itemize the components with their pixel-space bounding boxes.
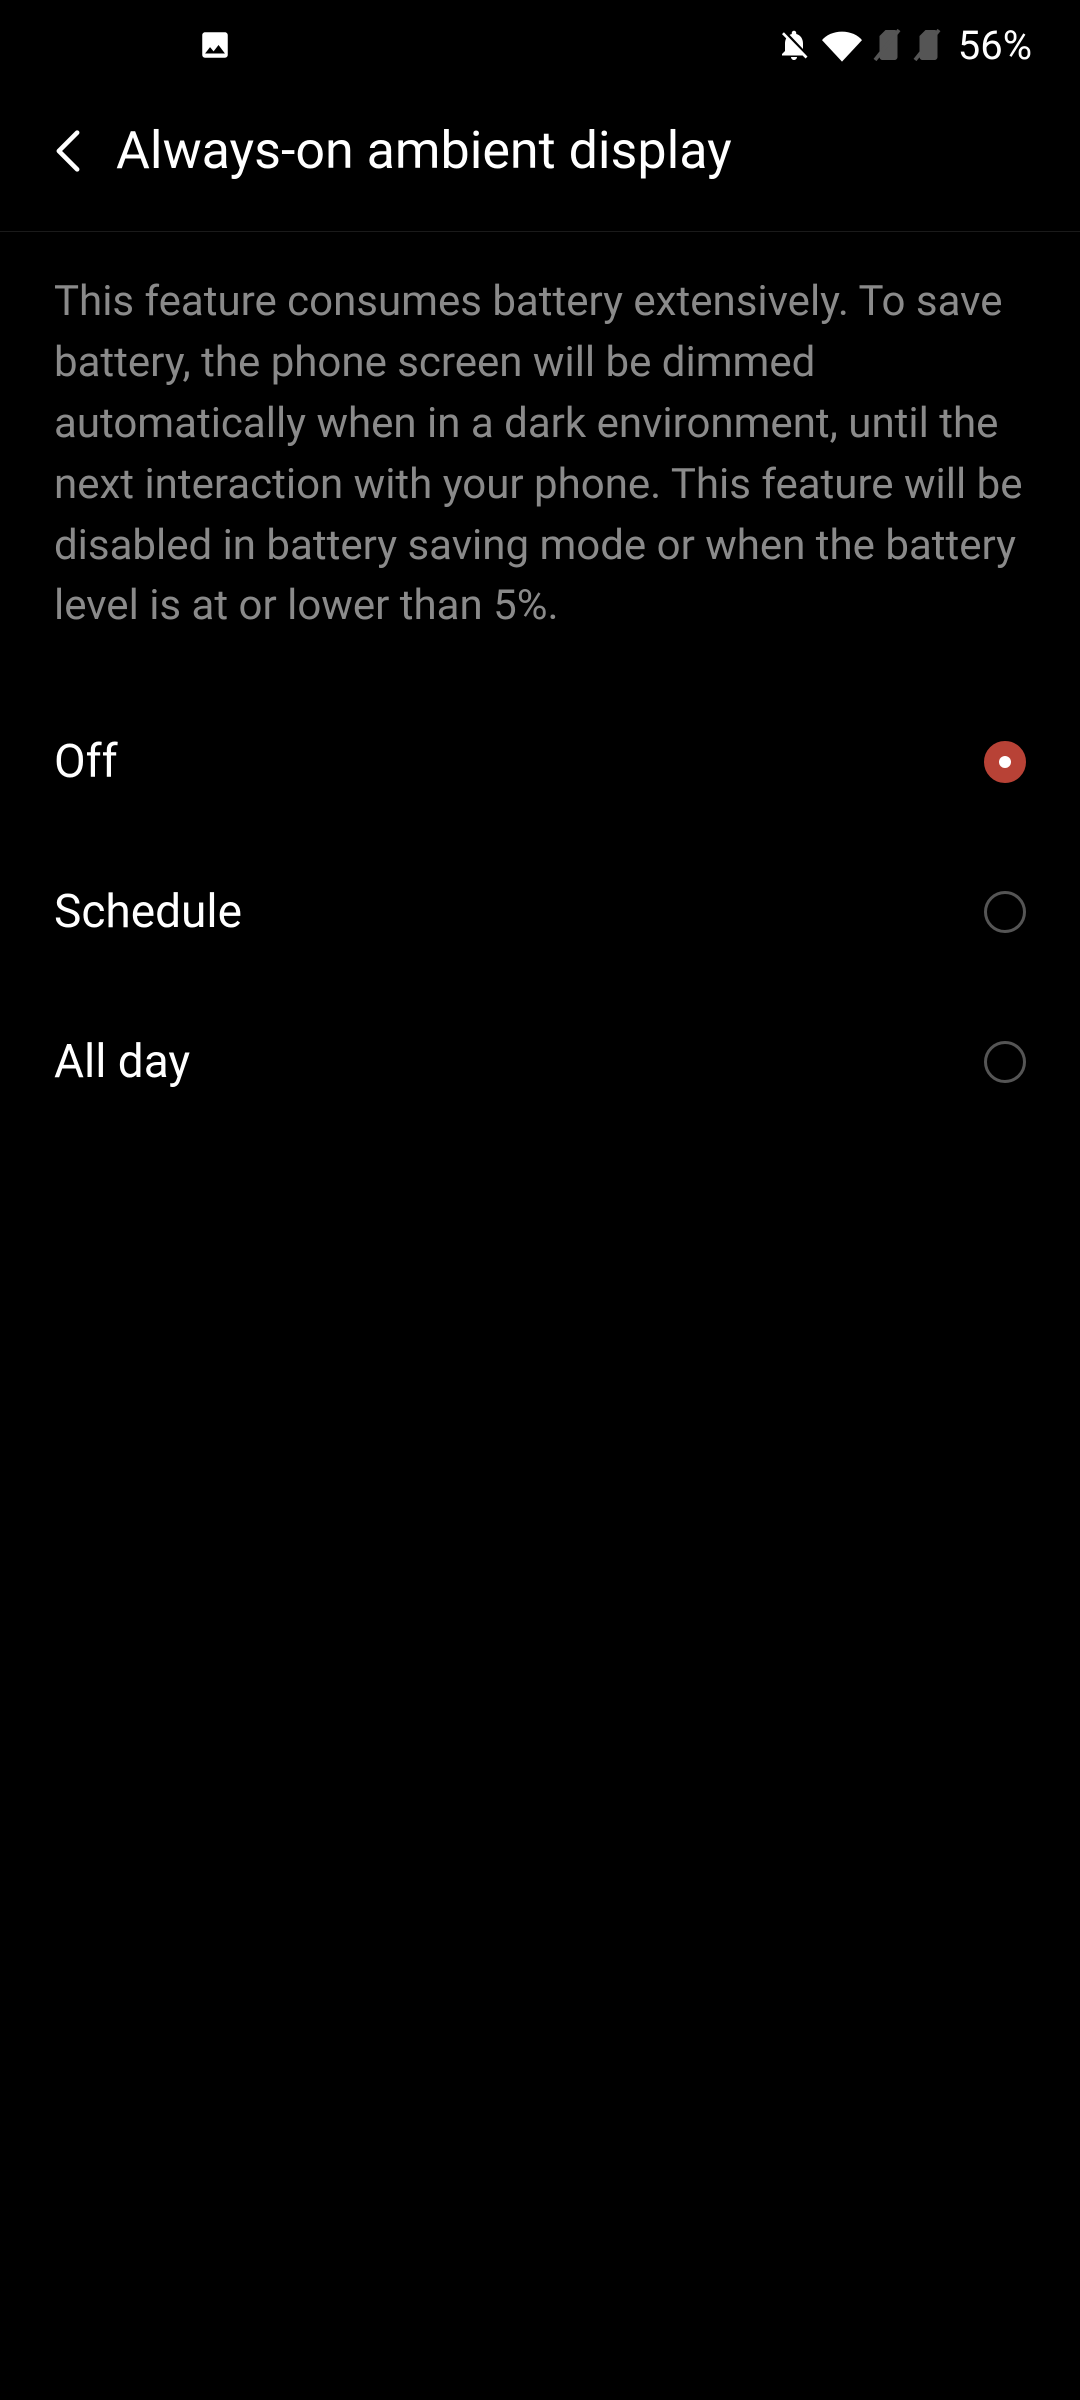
radio-selected-icon [984, 741, 1026, 783]
option-schedule[interactable]: Schedule [54, 837, 1026, 987]
status-left [48, 28, 232, 62]
radio-unselected-icon [984, 1041, 1026, 1083]
option-label: All day [54, 1035, 190, 1089]
back-button[interactable] [48, 131, 88, 171]
sim2-disabled-icon [912, 27, 942, 63]
wifi-icon [822, 27, 862, 63]
radio-unselected-icon [984, 891, 1026, 933]
image-icon [198, 28, 232, 62]
app-bar: Always-on ambient display [0, 90, 1080, 231]
page-title: Always-on ambient display [116, 120, 732, 181]
option-off[interactable]: Off [54, 687, 1026, 837]
options-list: Off Schedule All day [0, 687, 1080, 1137]
option-label: Off [54, 735, 118, 789]
sim1-disabled-icon [872, 27, 902, 63]
chevron-left-icon [54, 129, 82, 173]
option-all-day[interactable]: All day [54, 987, 1026, 1137]
status-bar: 56% [0, 0, 1080, 90]
option-label: Schedule [54, 885, 242, 939]
notification-off-icon [776, 27, 812, 63]
feature-description: This feature consumes battery extensivel… [0, 232, 1080, 687]
battery-percent: 56% [958, 22, 1032, 69]
status-right: 56% [776, 22, 1032, 69]
